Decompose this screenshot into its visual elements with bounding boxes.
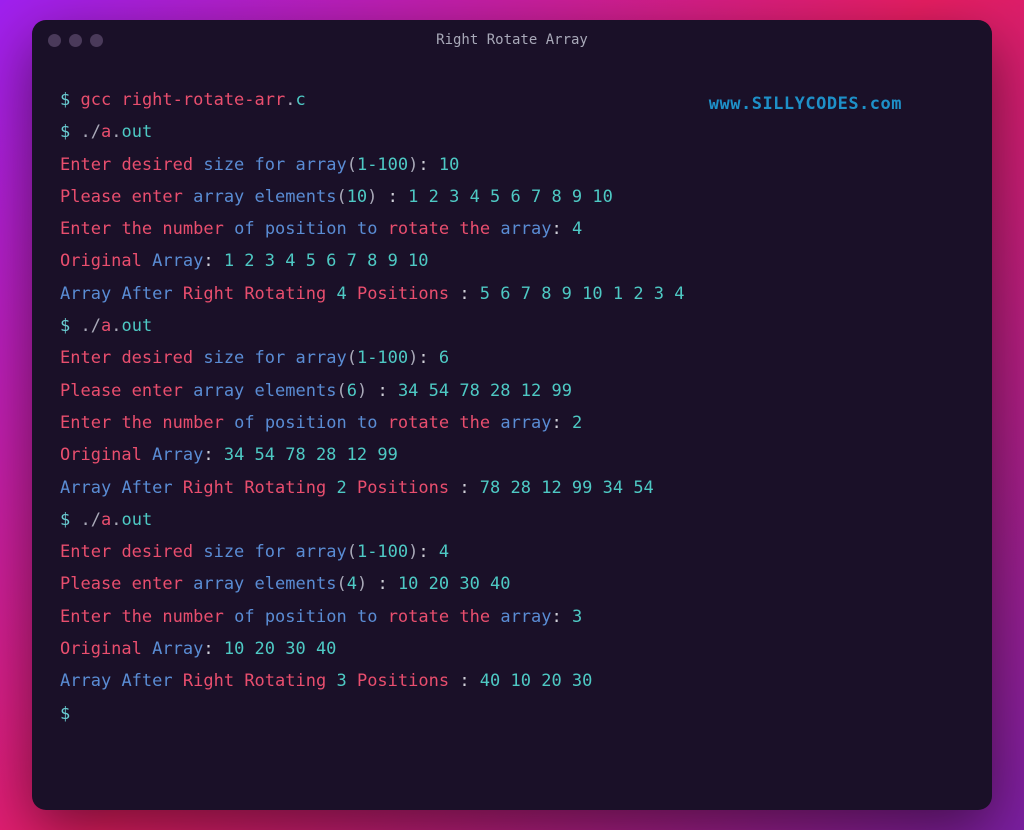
output-line: Please enter array elements(6) : 34 54 7… <box>60 375 964 407</box>
terminal-body[interactable]: $ gcc right-rotate-arr.c $ ./a.out Enter… <box>32 60 992 810</box>
prompt-line: $ <box>60 698 964 730</box>
command-line: $ ./a.out <box>60 504 964 536</box>
orig-values: 1 2 3 4 5 6 7 8 9 10 <box>224 251 429 271</box>
output-line: Enter the number of position to rotate t… <box>60 213 964 245</box>
output-line: Array After Right Rotating 2 Positions :… <box>60 472 964 504</box>
size-value: 6 <box>439 348 449 368</box>
prompt: $ <box>60 90 70 110</box>
output-line: Original Array: 10 20 30 40 <box>60 633 964 665</box>
command-line: $ ./a.out <box>60 310 964 342</box>
minimize-button[interactable] <box>69 34 82 47</box>
output-line: Enter desired size for array(1-100): 6 <box>60 342 964 374</box>
output-line: Array After Right Rotating 4 Positions :… <box>60 278 964 310</box>
output-line: Original Array: 34 54 78 28 12 99 <box>60 439 964 471</box>
output-line: Enter desired size for array(1-100): 10 <box>60 149 964 181</box>
window-title: Right Rotate Array <box>32 32 992 48</box>
result-values: 5 6 7 8 9 10 1 2 3 4 <box>480 284 685 304</box>
input-values: 10 20 30 40 <box>398 574 511 594</box>
output-line: Enter the number of position to rotate t… <box>60 601 964 633</box>
traffic-lights <box>48 34 103 47</box>
command-line: $ ./a.out <box>60 116 964 148</box>
orig-values: 10 20 30 40 <box>224 639 337 659</box>
output-line: Please enter array elements(10) : 1 2 3 … <box>60 181 964 213</box>
rotate-value: 2 <box>572 413 582 433</box>
title-bar: Right Rotate Array <box>32 20 992 60</box>
close-button[interactable] <box>48 34 61 47</box>
gcc-command: gcc <box>81 90 112 110</box>
output-line: Enter desired size for array(1-100): 4 <box>60 536 964 568</box>
output-line: Enter the number of position to rotate t… <box>60 407 964 439</box>
orig-values: 34 54 78 28 12 99 <box>224 445 398 465</box>
result-values: 78 28 12 99 34 54 <box>480 478 654 498</box>
output-line: Original Array: 1 2 3 4 5 6 7 8 9 10 <box>60 245 964 277</box>
output-line: Please enter array elements(4) : 10 20 3… <box>60 568 964 600</box>
rotate-value: 4 <box>572 219 582 239</box>
output-line: Array After Right Rotating 3 Positions :… <box>60 665 964 697</box>
size-value: 10 <box>439 155 459 175</box>
input-values: 34 54 78 28 12 99 <box>398 381 572 401</box>
size-value: 4 <box>439 542 449 562</box>
maximize-button[interactable] <box>90 34 103 47</box>
watermark: www.SILLYCODES.com <box>709 94 902 114</box>
rotate-value: 3 <box>572 607 582 627</box>
input-values: 1 2 3 4 5 6 7 8 9 10 <box>408 187 613 207</box>
terminal-window: Right Rotate Array www.SILLYCODES.com $ … <box>32 20 992 810</box>
result-values: 40 10 20 30 <box>480 671 593 691</box>
